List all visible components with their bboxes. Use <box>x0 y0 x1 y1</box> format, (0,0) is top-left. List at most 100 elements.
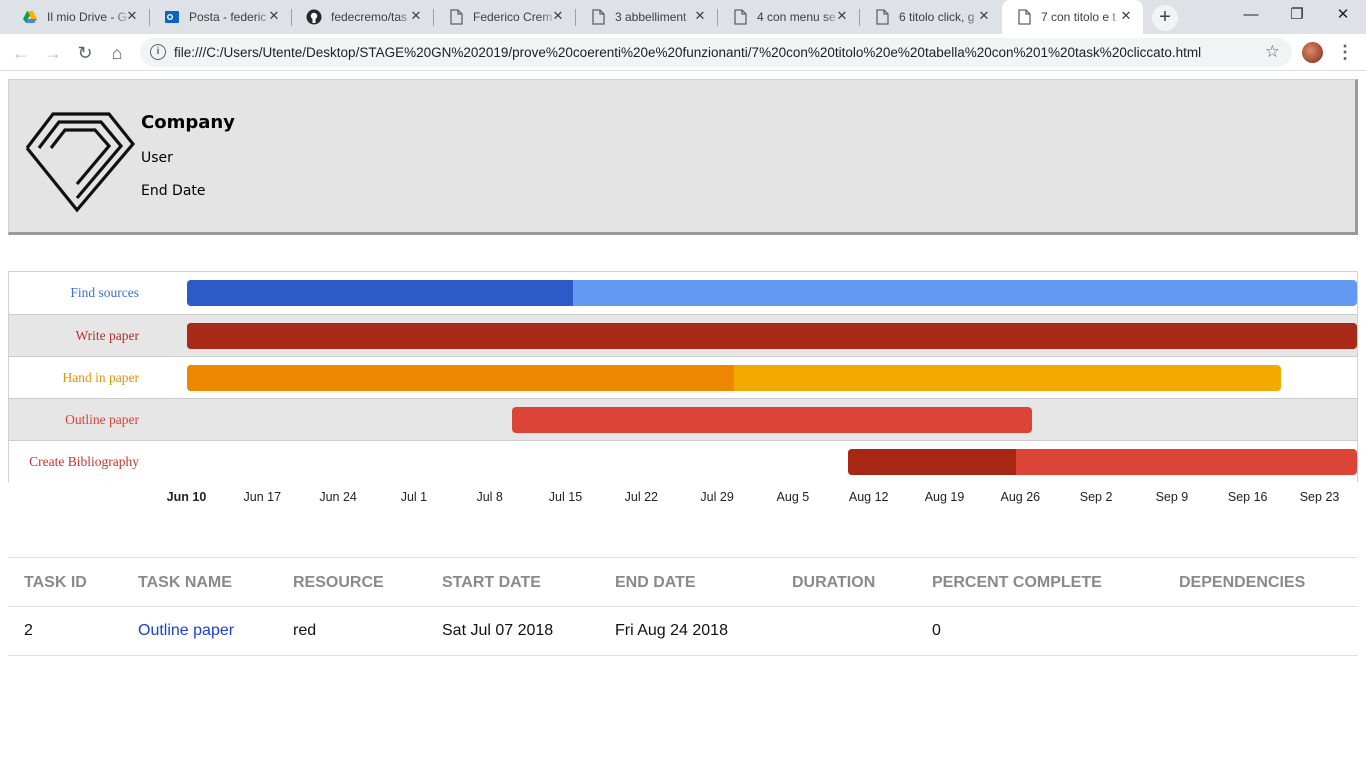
browser-tab[interactable]: 4 con menu se ✕ <box>718 0 859 34</box>
close-tab-icon[interactable]: ✕ <box>551 9 565 23</box>
gantt-row[interactable]: Outline paper <box>9 398 1357 440</box>
gantt-row[interactable]: Create Bibliography <box>9 440 1357 482</box>
table-cell: Fri Aug 24 2018 <box>615 622 728 639</box>
tab-separator <box>291 9 292 26</box>
minimize-button[interactable]: — <box>1228 0 1274 30</box>
tab-title: 7 con titolo e t <box>1041 10 1116 24</box>
gantt-task-label[interactable]: Outline paper <box>65 412 139 428</box>
reload-button[interactable]: ↻ <box>72 40 98 66</box>
axis-tick-label: Jun 10 <box>166 490 207 504</box>
close-tab-icon[interactable]: ✕ <box>1119 9 1133 23</box>
diamond-logo-icon <box>25 112 136 213</box>
table-cell: 0 <box>932 622 941 639</box>
gantt-task-label[interactable]: Find sources <box>70 285 139 301</box>
browser-tab[interactable]: 3 abbelliment ✕ <box>576 0 717 34</box>
google-drive-icon <box>22 9 38 25</box>
home-button[interactable]: ⌂ <box>104 40 130 66</box>
axis-tick-label: Sep 9 <box>1155 490 1189 504</box>
column-header[interactable]: END DATE <box>615 574 696 592</box>
gantt-bar-progress <box>187 280 574 306</box>
tab-title: fedecremo/tas <box>331 10 408 24</box>
table-cell: 2 <box>24 622 33 639</box>
document-icon <box>732 9 748 25</box>
close-tab-icon[interactable]: ✕ <box>835 9 849 23</box>
browser-tab[interactable]: Federico Crem ✕ <box>434 0 575 34</box>
tab-title: Posta - federic <box>189 10 267 24</box>
axis-tick-label: Jun 17 <box>243 490 282 504</box>
gantt-task-label[interactable]: Write paper <box>75 328 139 344</box>
axis-tick-label: Jul 29 <box>700 490 734 504</box>
close-tab-icon[interactable]: ✕ <box>267 9 281 23</box>
gantt-task-bar[interactable] <box>848 449 1357 475</box>
axis-tick-label: Aug 19 <box>924 490 965 504</box>
user-label: User <box>141 150 173 166</box>
column-header[interactable]: TASK ID <box>24 574 87 592</box>
address-bar[interactable]: i file:///C:/Users/Utente/Desktop/STAGE%… <box>140 38 1292 67</box>
end-date-label: End Date <box>141 183 206 199</box>
axis-tick-label: Jul 15 <box>548 490 583 504</box>
info-icon[interactable]: i <box>150 44 166 60</box>
github-icon <box>306 9 322 25</box>
gantt-bar-progress <box>848 449 1016 475</box>
document-icon <box>590 9 606 25</box>
gantt-row[interactable]: Write paper <box>9 314 1357 356</box>
column-header[interactable]: RESOURCE <box>293 574 384 592</box>
document-icon <box>874 9 890 25</box>
table-cell: Sat Jul 07 2018 <box>442 622 554 639</box>
column-header[interactable]: START DATE <box>442 574 541 592</box>
tab-separator <box>433 9 434 26</box>
column-header[interactable]: DEPENDENCIES <box>1179 574 1305 592</box>
gantt-task-bar[interactable] <box>187 280 1357 306</box>
gantt-row[interactable]: Hand in paper <box>9 356 1357 398</box>
document-icon <box>448 9 464 25</box>
axis-tick-label: Jul 22 <box>624 490 658 504</box>
tab-separator <box>575 9 576 26</box>
document-icon <box>1016 9 1032 25</box>
profile-avatar[interactable] <box>1302 42 1323 63</box>
browser-tab[interactable]: Il mio Drive - G ✕ <box>8 0 149 34</box>
axis-tick-label: Jul 8 <box>476 490 503 504</box>
company-header-panel: Company User End Date <box>8 79 1358 235</box>
gantt-task-label[interactable]: Hand in paper <box>63 370 139 386</box>
gantt-task-label[interactable]: Create Bibliography <box>29 454 139 470</box>
tab-separator <box>149 9 150 26</box>
browser-tab[interactable]: 6 titolo click, g ✕ <box>860 0 1001 34</box>
url-text[interactable]: file:///C:/Users/Utente/Desktop/STAGE%20… <box>174 45 1201 60</box>
close-tab-icon[interactable]: ✕ <box>409 9 423 23</box>
column-header[interactable]: DURATION <box>792 574 875 592</box>
gantt-task-bar[interactable] <box>187 365 1282 391</box>
close-tab-icon[interactable]: ✕ <box>977 9 991 23</box>
task-name-link[interactable]: Outline paper <box>138 622 234 640</box>
close-tab-icon[interactable]: ✕ <box>125 9 139 23</box>
browser-tab[interactable]: fedecremo/tas ✕ <box>292 0 433 34</box>
table-row[interactable]: 2 Outline paper red Sat Jul 07 2018 Fri Aug … <box>8 607 1358 656</box>
tab-separator <box>859 9 860 26</box>
column-header[interactable]: TASK NAME <box>138 574 232 592</box>
back-button[interactable]: ← <box>8 40 34 66</box>
gantt-task-bar[interactable] <box>187 323 1357 349</box>
gantt-time-axis: Jun 10 Jun 17 Jun 24 Jul 1 Jul 8 Jul 15 Jul 22… <box>8 490 1358 508</box>
company-name: Company <box>141 112 235 133</box>
close-window-button[interactable]: ✕ <box>1320 0 1366 30</box>
gantt-row[interactable]: Find sources <box>9 272 1357 314</box>
browser-menu-icon[interactable]: ⋮ <box>1336 41 1354 65</box>
browser-tabstrip: + — ❐ ✕ Il mio Drive - G ✕ Posta - federic… <box>0 0 1366 34</box>
browser-tab[interactable]: 7 con titolo e t ✕ <box>1002 0 1143 34</box>
forward-button[interactable]: → <box>40 40 66 66</box>
gantt-bar-progress <box>187 365 735 391</box>
browser-toolbar: ← → ↻ ⌂ i file:///C:/Users/Utente/Deskto… <box>0 34 1366 71</box>
gantt-task-bar[interactable] <box>512 407 1033 433</box>
axis-tick-label: Jul 1 <box>400 490 428 504</box>
axis-tick-label: Aug 26 <box>1000 490 1041 504</box>
new-tab-button[interactable]: + <box>1152 5 1178 31</box>
column-header[interactable]: PERCENT COMPLETE <box>932 574 1102 592</box>
task-table-header: TASK ID TASK NAME RESOURCE START DATE END DA… <box>8 557 1358 607</box>
close-tab-icon[interactable]: ✕ <box>693 9 707 23</box>
bookmark-star-icon[interactable]: ☆ <box>1265 42 1280 62</box>
restore-button[interactable]: ❐ <box>1274 0 1320 30</box>
axis-tick-label: Jun 24 <box>319 490 357 504</box>
task-table: TASK ID TASK NAME RESOURCE START DATE END DA… <box>8 557 1358 656</box>
axis-tick-label: Aug 12 <box>848 490 889 504</box>
browser-tab[interactable]: Posta - federic ✕ <box>150 0 291 34</box>
axis-tick-label: Aug 5 <box>776 490 810 504</box>
